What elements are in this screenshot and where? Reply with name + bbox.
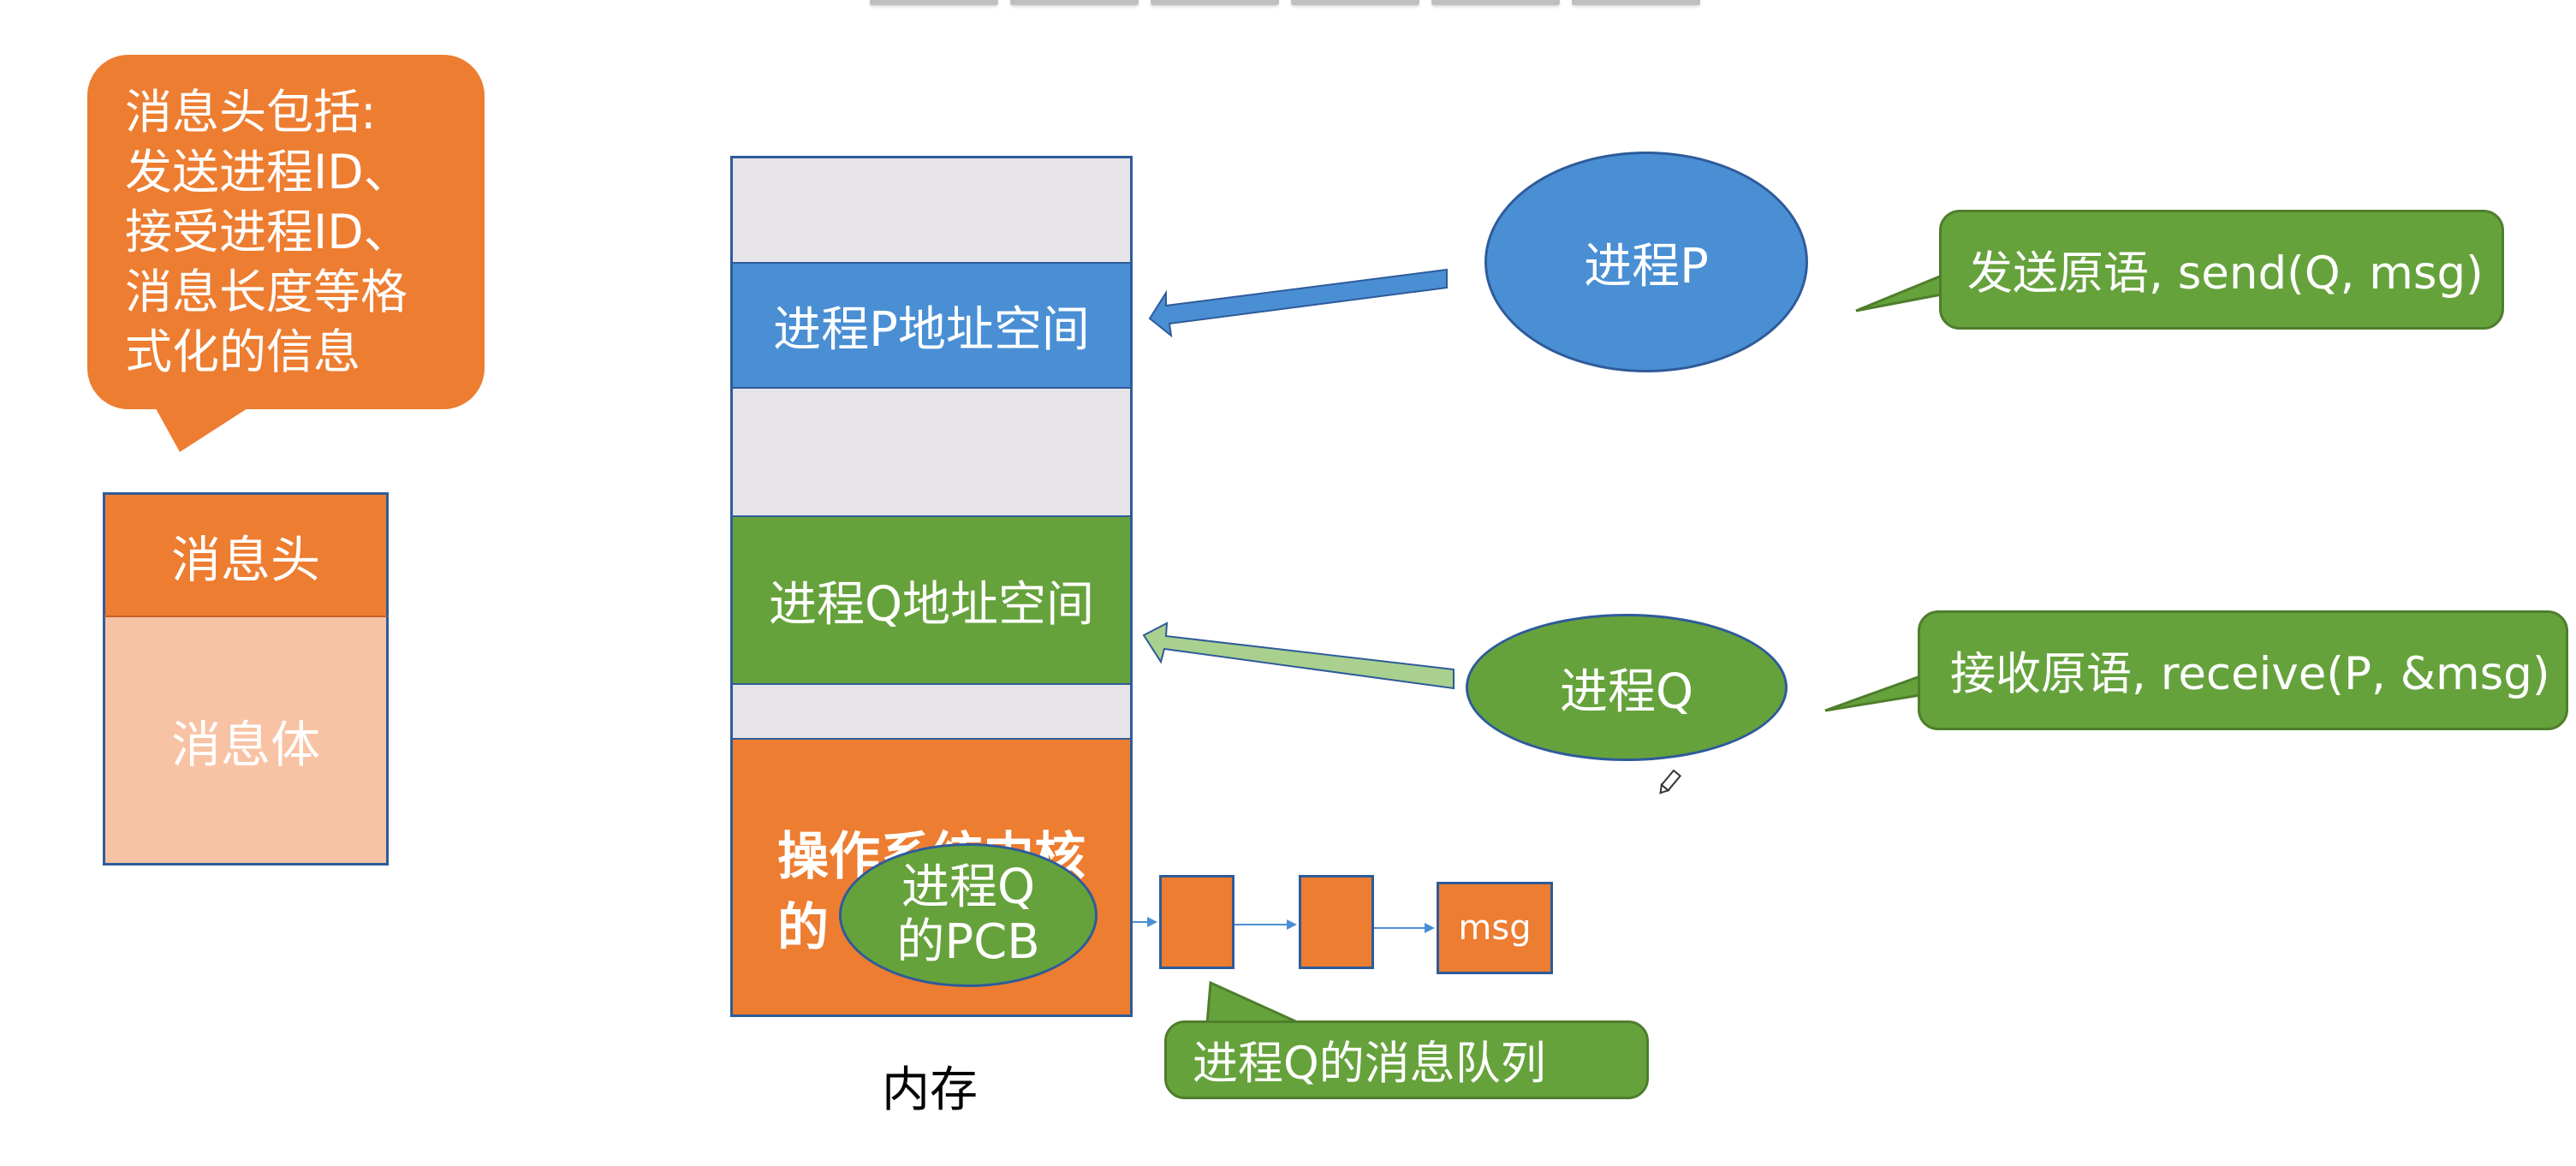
send-bubble-tail [1855,273,1943,312]
queue-link-head [1147,917,1157,927]
memory-label: 内存 [882,1062,978,1118]
memory-free-segment [730,683,1133,738]
memory-q-address-space: 进程Q地址空间 [730,515,1133,683]
receive-primitive-callout: 接收原语, receive(P, &msg) [1918,610,2568,730]
callout-line: 式化的信息 [125,324,361,379]
send-primitive-callout: 发送原语, send(Q, msg) [1939,210,2504,330]
message-queue-callout: 进程Q的消息队列 [1164,1020,1649,1099]
message-body-block: 消息体 [103,616,389,866]
process-p-node: 进程P [1484,152,1808,372]
callout-line: 接受进程ID、 [125,205,411,259]
arrow-to-q-space [1142,622,1455,690]
pcb-text: 进程Q [901,860,1036,915]
recv-bubble-tail [1824,674,1922,712]
pcb-text: 的PCB [896,914,1040,970]
os-kernel-text: 的 [777,898,829,958]
memory-free-segment [730,387,1133,515]
memory-free-segment [730,156,1133,262]
message-header-info-callout: 消息头包括: 发送进程ID、 接受进程ID、 消息长度等格 式化的信息 [87,55,485,409]
memory-p-address-space: 进程P地址空间 [730,262,1133,387]
callout-line: 消息长度等格 [125,265,408,319]
process-q-pcb: 进程Q 的PCB [839,843,1098,987]
queue-bubble-tail [1205,980,1302,1026]
pen-cursor-icon [1659,769,1682,794]
message-head-block: 消息头 [103,492,389,616]
callout-line: 发送进程ID、 [125,145,411,199]
orange-callout-tail [152,402,257,452]
process-q-node: 进程Q [1466,614,1788,761]
queue-message-box [1159,875,1234,969]
queue-link-head [1287,919,1297,930]
queue-message-box [1299,875,1374,969]
queue-msg-box: msg [1437,882,1553,974]
callout-line: 消息头包括: [125,85,377,140]
arrow-to-p-space [1148,268,1448,338]
queue-link-head [1425,923,1435,933]
